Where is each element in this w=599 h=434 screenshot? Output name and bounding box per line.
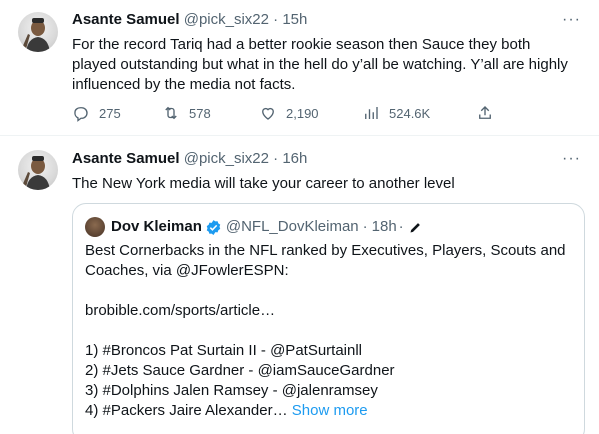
author-name[interactable]: Asante Samuel — [72, 150, 180, 167]
quoted-tweet-header: Dov Kleiman @NFL_DovKleiman · 18h · — [85, 217, 423, 237]
quoted-line: 4) #Packers Jaire Alexander… — [85, 402, 288, 419]
quoted-line-last: 4) #Packers Jaire Alexander… Show more — [85, 401, 575, 421]
timestamp[interactable]: 16h — [282, 150, 307, 167]
like-icon — [262, 107, 274, 120]
quoted-line: Coaches, via @JFowlerESPN: — [85, 262, 289, 279]
share-button[interactable] — [476, 102, 494, 124]
retweet-count: 578 — [189, 105, 211, 121]
timestamp[interactable]: 15h — [282, 11, 307, 28]
reply-button[interactable]: 275 — [72, 102, 121, 124]
retweet-button[interactable]: 578 — [162, 102, 211, 124]
quoted-line: 3) #Dolphins Jalen Ramsey - @jalenramsey — [85, 382, 378, 399]
quoted-timestamp[interactable]: 18h — [372, 217, 397, 237]
quoted-tweet[interactable]: Dov Kleiman @NFL_DovKleiman · 18h · Best… — [72, 203, 585, 434]
quoted-blank-line — [85, 321, 575, 341]
views-button[interactable]: 524.6K — [362, 102, 430, 124]
reply-count: 275 — [99, 105, 121, 121]
more-icon[interactable]: ··· — [562, 10, 581, 30]
retweet-icon — [165, 106, 177, 120]
quoted-link[interactable]: brobible.com/sports/article… — [85, 301, 575, 321]
share-icon — [479, 106, 491, 119]
avatar[interactable] — [18, 12, 58, 52]
quoted-blank-line — [85, 281, 575, 301]
edit-pencil-icon — [410, 222, 420, 232]
like-count: 2,190 — [286, 105, 319, 121]
tweet-text: For the record Tariq had a better rookie… — [72, 36, 568, 93]
show-more-link[interactable]: Show more — [292, 402, 368, 419]
quoted-author-handle[interactable]: @NFL_DovKleiman — [226, 217, 359, 237]
quoted-line: Best Cornerbacks in the NFL ranked by Ex… — [85, 242, 566, 259]
like-button[interactable]: 2,190 — [259, 102, 319, 124]
tweet-text: The New York media will take your career… — [72, 175, 455, 192]
quoted-tweet-text: Best Cornerbacks in the NFL ranked by Ex… — [85, 241, 575, 421]
separator: · — [398, 218, 404, 235]
tweet[interactable]: Asante Samuel @pick_six22 · 15h ··· For … — [0, 0, 599, 136]
reply-icon — [74, 107, 88, 122]
tweet-header: Asante Samuel @pick_six22 · 16h — [72, 149, 307, 169]
separator: · — [273, 11, 279, 28]
separator: · — [273, 150, 279, 167]
verified-badge-icon — [206, 219, 221, 235]
views-icon — [365, 107, 378, 119]
author-name[interactable]: Asante Samuel — [72, 11, 180, 28]
quoted-line: 2) #Jets Sauce Gardner - @iamSauceGardne… — [85, 362, 395, 379]
author-handle[interactable]: @pick_six22 — [184, 150, 269, 167]
action-bar: 275 578 2,190 524.6K — [72, 102, 502, 124]
tweet[interactable]: Asante Samuel @pick_six22 · 16h ··· The … — [0, 137, 599, 434]
author-handle[interactable]: @pick_six22 — [184, 11, 269, 28]
separator: · — [362, 218, 368, 235]
views-count: 524.6K — [389, 105, 431, 121]
quoted-line: 1) #Broncos Pat Surtain II - @PatSurtain… — [85, 342, 363, 359]
avatar[interactable] — [18, 150, 58, 190]
more-icon[interactable]: ··· — [562, 149, 581, 169]
quoted-avatar[interactable] — [85, 217, 105, 237]
quoted-author-name[interactable]: Dov Kleiman — [111, 217, 202, 237]
tweet-header: Asante Samuel @pick_six22 · 15h — [72, 10, 307, 30]
